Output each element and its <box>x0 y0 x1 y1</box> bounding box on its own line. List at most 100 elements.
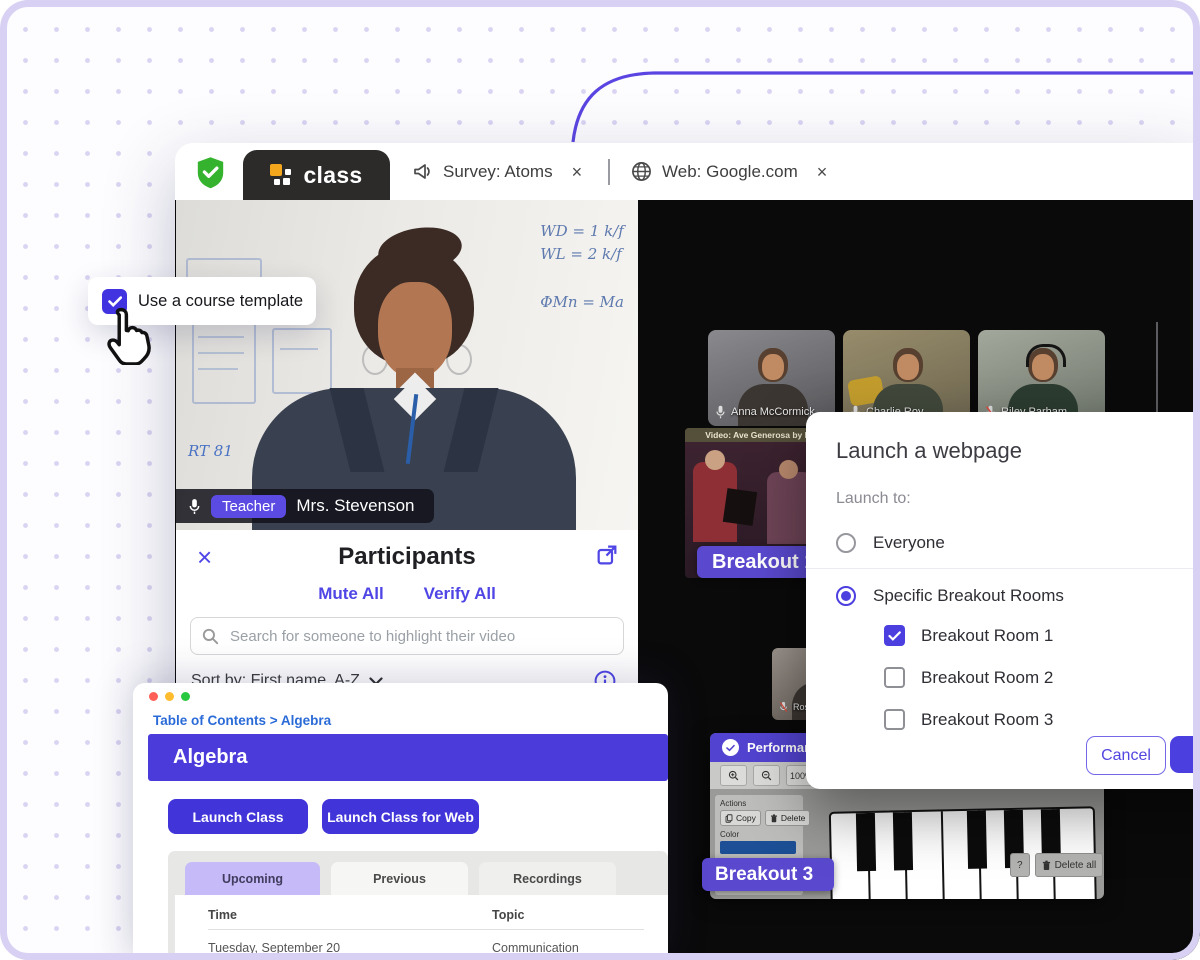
breakout3-label: Breakout 3 <box>702 858 834 891</box>
tab-label: Survey: Atoms <box>443 162 553 182</box>
tab-class-home[interactable]: class <box>243 150 390 200</box>
search-icon <box>202 628 219 645</box>
color-label: Color <box>720 830 798 839</box>
checkbox-unchecked-icon[interactable] <box>884 667 905 688</box>
tab-web-google[interactable]: Web: Google.com × <box>631 143 827 200</box>
decorative-curve <box>0 0 1200 160</box>
close-icon[interactable]: × <box>572 163 583 181</box>
mic-icon <box>188 498 201 515</box>
hand-cursor-icon <box>100 305 156 365</box>
megaphone-icon <box>413 163 433 181</box>
session-time: Tuesday, September 20 10:00AM - 11:00AM <box>208 930 492 960</box>
tab-survey-atoms[interactable]: Survey: Atoms × <box>413 143 582 200</box>
sessions-table: Time Topic Tuesday, September 20 10:00AM… <box>175 895 668 960</box>
choir-figure <box>705 450 725 470</box>
session-topic: Communication Strategies <box>492 930 644 960</box>
launch-button[interactable]: Launch <box>1170 736 1200 773</box>
checkbox-breakout-room-3[interactable]: Breakout Room 3 <box>884 709 1200 730</box>
launch-class-for-web-button[interactable]: Launch Class for Web <box>322 799 479 834</box>
person-silhouette <box>762 354 784 380</box>
column-header-time: Time <box>208 908 492 930</box>
participant-search[interactable] <box>190 617 624 655</box>
role-badge: Teacher <box>211 495 286 518</box>
close-icon[interactable]: × <box>817 163 828 181</box>
headset-icon <box>1026 344 1066 367</box>
check-circle-icon <box>722 739 739 756</box>
globe-icon <box>631 161 652 182</box>
person-silhouette <box>897 354 919 380</box>
check-icon <box>888 631 901 641</box>
browser-tab-bar: class Survey: Atoms × Web: G <box>175 143 1200 200</box>
radio-specific-breakout-rooms[interactable]: Specific Breakout Rooms <box>836 581 1200 611</box>
maximize-traffic-light[interactable] <box>181 692 190 701</box>
delete-button[interactable]: Delete <box>765 810 811 826</box>
room-label: Breakout Room 3 <box>921 710 1053 730</box>
minimize-traffic-light[interactable] <box>165 692 174 701</box>
radio-unselected-icon[interactable] <box>836 533 856 553</box>
teacher-video: RT 81EH WD = 1 k/f WL = 2 k/f ΦMn = Ma <box>176 200 638 530</box>
checkbox-breakout-room-2[interactable]: Breakout Room 2 <box>884 667 1200 688</box>
course-window: Table of Contents > Algebra Algebra Laun… <box>133 683 668 960</box>
room-label: Breakout Room 1 <box>921 626 1053 646</box>
verify-all-button[interactable]: Verify All <box>424 584 496 604</box>
participants-actions: Mute All Verify All <box>176 584 638 604</box>
teacher-name-bar: Teacher Mrs. Stevenson <box>176 489 434 523</box>
mute-all-button[interactable]: Mute All <box>318 584 383 604</box>
class-logo-icon <box>270 164 295 187</box>
participant-name: Anna McCormick <box>731 406 815 418</box>
copy-button[interactable]: Copy <box>720 810 761 826</box>
search-input[interactable] <box>228 627 612 646</box>
launch-webpage-modal: Launch a webpage Launch to: Everyone Spe… <box>806 412 1200 789</box>
mic-muted-icon <box>779 701 788 713</box>
window-controls <box>149 692 190 701</box>
brand-wordmark: class <box>303 162 362 189</box>
radio-selected-icon[interactable] <box>836 586 856 606</box>
trash-icon <box>1042 860 1051 871</box>
divider <box>806 568 1200 569</box>
shield-check-icon <box>195 156 226 189</box>
tab-upcoming[interactable]: Upcoming <box>185 862 320 895</box>
radio-everyone[interactable]: Everyone <box>836 528 1200 558</box>
close-icon[interactable]: × <box>197 544 212 570</box>
checkbox-unchecked-icon[interactable] <box>884 709 905 730</box>
cancel-button[interactable]: Cancel <box>1086 736 1166 775</box>
tab-recordings[interactable]: Recordings <box>479 862 616 895</box>
checkbox-checked-icon[interactable] <box>884 625 905 646</box>
delete-all-button[interactable]: Delete all <box>1035 853 1104 877</box>
tab-label: Web: Google.com <box>662 162 798 182</box>
close-traffic-light[interactable] <box>149 692 158 701</box>
room-label: Breakout Room 2 <box>921 668 1053 688</box>
whiteboard-sketch <box>192 316 256 404</box>
copy-icon <box>725 814 733 823</box>
checkbox-breakout-room-1[interactable]: Breakout Room 1 <box>884 625 1200 646</box>
choir-figure <box>779 460 798 479</box>
tab-previous[interactable]: Previous <box>331 862 468 895</box>
zoom-out-icon[interactable] <box>753 765 780 786</box>
course-title-bar: Algebra <box>148 734 668 781</box>
breadcrumb[interactable]: Table of Contents > Algebra <box>153 713 331 728</box>
board-formulas: WD = 1 k/f WL = 2 k/f ΦMn = Ma <box>540 220 624 314</box>
participants-header: × Participants <box>176 536 638 582</box>
teacher-portrait <box>294 240 534 530</box>
tooltip-label: Use a course template <box>138 292 303 311</box>
room-checkbox-list: Breakout Room 1 Breakout Room 2 Breakout… <box>884 625 1200 730</box>
teacher-name: Mrs. Stevenson <box>296 496 414 516</box>
participants-title: Participants <box>176 536 638 571</box>
help-button[interactable]: ? <box>1010 853 1030 877</box>
trash-icon <box>770 814 778 823</box>
launch-class-button[interactable]: Launch Class <box>168 799 308 834</box>
column-header-topic: Topic <box>492 908 644 930</box>
modal-subtitle: Launch to: <box>836 490 1200 508</box>
option-label: Everyone <box>873 533 945 553</box>
zoom-in-icon[interactable] <box>720 765 747 786</box>
color-swatch[interactable] <box>720 841 796 854</box>
option-label: Specific Breakout Rooms <box>873 586 1064 606</box>
actions-label: Actions <box>720 799 798 808</box>
choir-figure <box>723 488 757 526</box>
tab-divider <box>608 159 610 185</box>
table-row[interactable]: Tuesday, September 20 10:00AM - 11:00AM … <box>208 930 644 960</box>
page-background: class Survey: Atoms × Web: G <box>0 0 1200 960</box>
modal-title: Launch a webpage <box>836 438 1200 464</box>
popout-icon[interactable] <box>597 545 617 565</box>
mic-icon <box>715 405 726 419</box>
